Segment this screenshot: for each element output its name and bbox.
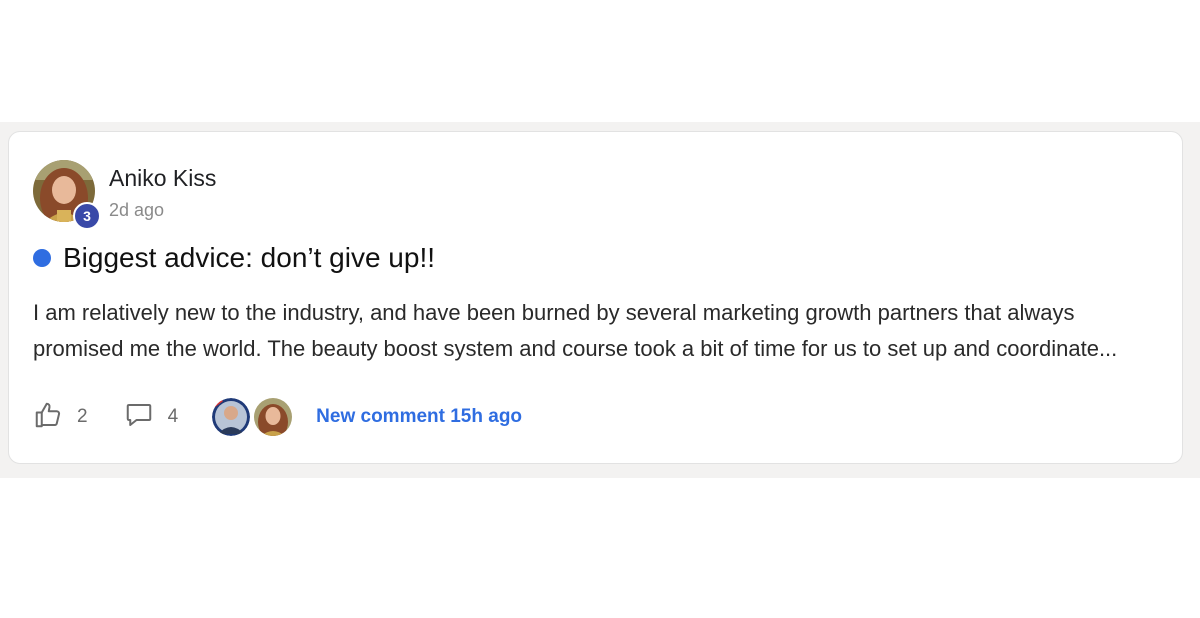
post-card[interactable]: 3 Aniko Kiss 2d ago Biggest advice: don’… xyxy=(8,131,1183,464)
commenter-avatar[interactable] xyxy=(254,398,293,436)
like-button[interactable]: 2 xyxy=(33,400,88,435)
speech-bubble-icon xyxy=(124,400,154,435)
author-name[interactable]: Aniko Kiss xyxy=(109,165,216,192)
comment-count: 4 xyxy=(167,406,179,427)
post-timestamp: 2d ago xyxy=(109,200,165,220)
thumbs-up-icon xyxy=(33,400,63,435)
commenter-avatar[interactable] xyxy=(212,398,251,436)
title-row: Biggest advice: don’t give up!! xyxy=(33,242,435,274)
unread-dot-icon xyxy=(33,249,51,267)
commenter-avatars[interactable] xyxy=(212,398,293,436)
post-actions: 2 4 New comment 15h ago xyxy=(33,397,522,437)
post-title[interactable]: Biggest advice: don’t give up!! xyxy=(63,242,435,274)
like-count: 2 xyxy=(77,406,88,427)
comment-button[interactable]: 4 xyxy=(124,400,179,435)
level-badge: 3 xyxy=(73,202,101,230)
new-comment-link[interactable]: New comment 15h ago xyxy=(316,406,522,428)
post-body: I am relatively new to the industry, and… xyxy=(33,300,1118,361)
